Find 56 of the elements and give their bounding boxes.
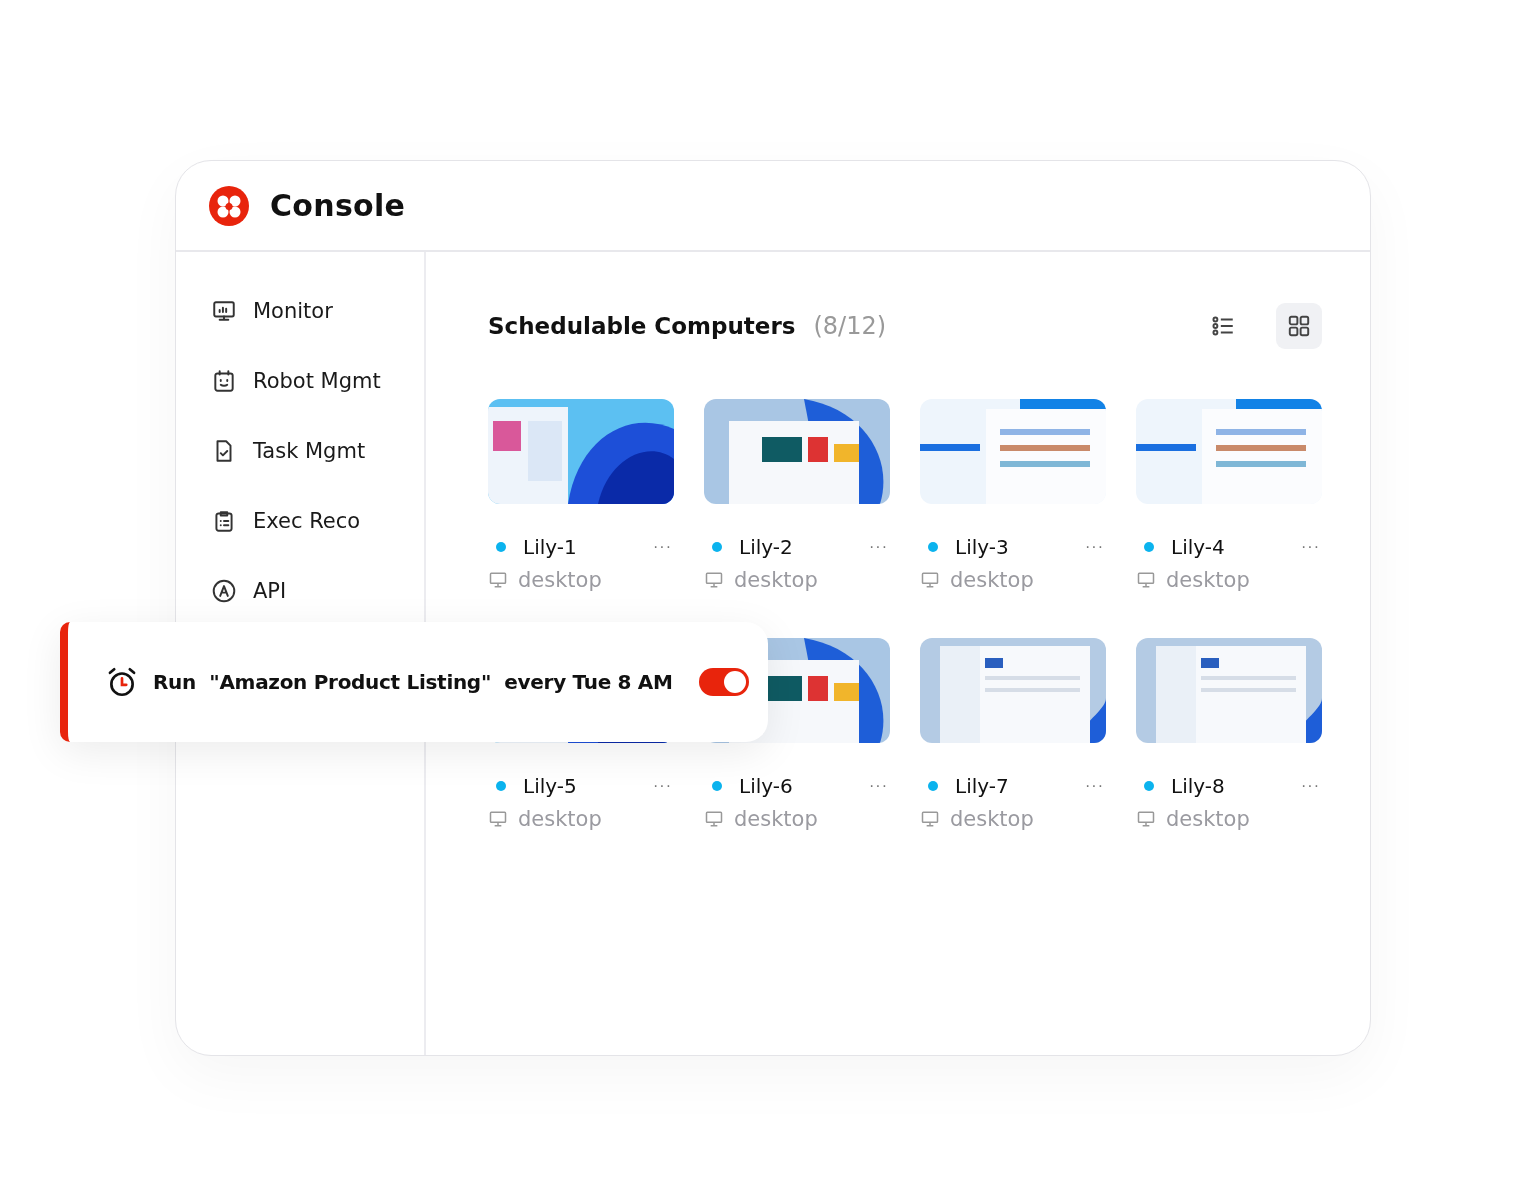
status-dot xyxy=(1144,542,1154,552)
sidebar-item[interactable]: API xyxy=(176,570,424,612)
monitor-icon xyxy=(488,809,508,829)
computer-name: Lily-5 xyxy=(523,774,577,798)
more-button[interactable]: ··· xyxy=(651,777,674,795)
computer-name: Lily-3 xyxy=(955,535,1009,559)
sidebar-item[interactable]: Monitor xyxy=(176,290,424,332)
computer-type: desktop xyxy=(734,807,818,831)
computer-type: desktop xyxy=(950,568,1034,592)
circled-letter-icon xyxy=(211,578,237,604)
more-button[interactable]: ··· xyxy=(867,777,890,795)
computer-name: Lily-8 xyxy=(1171,774,1225,798)
sidebar-item[interactable]: Exec Reco xyxy=(176,500,424,542)
monitor-icon xyxy=(211,298,237,324)
computer-name: Lily-1 xyxy=(523,535,577,559)
status-dot xyxy=(1144,781,1154,791)
status-dot xyxy=(928,542,938,552)
robot-face-icon xyxy=(211,368,237,394)
monitor-icon xyxy=(920,809,940,829)
grid-view-button[interactable] xyxy=(1276,303,1322,349)
more-button[interactable]: ··· xyxy=(651,538,674,556)
monitor-icon xyxy=(1136,809,1156,829)
status-dot xyxy=(712,542,722,552)
computer-count: (8/12) xyxy=(813,312,887,340)
grid-icon xyxy=(1286,313,1312,339)
monitor-icon xyxy=(1136,570,1156,590)
monitor-icon xyxy=(704,809,724,829)
status-dot xyxy=(928,781,938,791)
monitor-icon xyxy=(488,570,508,590)
status-dot xyxy=(496,542,506,552)
computer-type: desktop xyxy=(950,807,1034,831)
computer-type: desktop xyxy=(734,568,818,592)
computer-name: Lily-6 xyxy=(739,774,793,798)
more-button[interactable]: ··· xyxy=(1299,777,1322,795)
computer-type: desktop xyxy=(518,807,602,831)
monitor-icon xyxy=(704,570,724,590)
computer-name: Lily-4 xyxy=(1171,535,1225,559)
sidebar-item[interactable]: Robot Mgmt xyxy=(176,360,424,402)
monitor-icon xyxy=(920,570,940,590)
schedule-text: Run "Amazon Product Listing" every Tue 8 AM xyxy=(153,670,673,694)
status-dot xyxy=(496,781,506,791)
schedule-toggle[interactable] xyxy=(698,668,749,696)
computer-type: desktop xyxy=(1166,807,1250,831)
computer-type: desktop xyxy=(1166,568,1250,592)
status-dot xyxy=(712,781,722,791)
logo-icon xyxy=(209,185,249,226)
more-button[interactable]: ··· xyxy=(867,538,890,556)
computer-name: Lily-7 xyxy=(955,774,1009,798)
computer-type: desktop xyxy=(518,568,602,592)
computer-name: Lily-2 xyxy=(739,535,793,559)
app-title: Console xyxy=(270,188,406,223)
section-title: Schedulable Computers xyxy=(488,313,796,339)
more-button[interactable]: ··· xyxy=(1299,538,1322,556)
more-button[interactable]: ··· xyxy=(1083,777,1106,795)
sidebar-item[interactable]: Task Mgmt xyxy=(176,430,424,472)
more-button[interactable]: ··· xyxy=(1083,538,1106,556)
